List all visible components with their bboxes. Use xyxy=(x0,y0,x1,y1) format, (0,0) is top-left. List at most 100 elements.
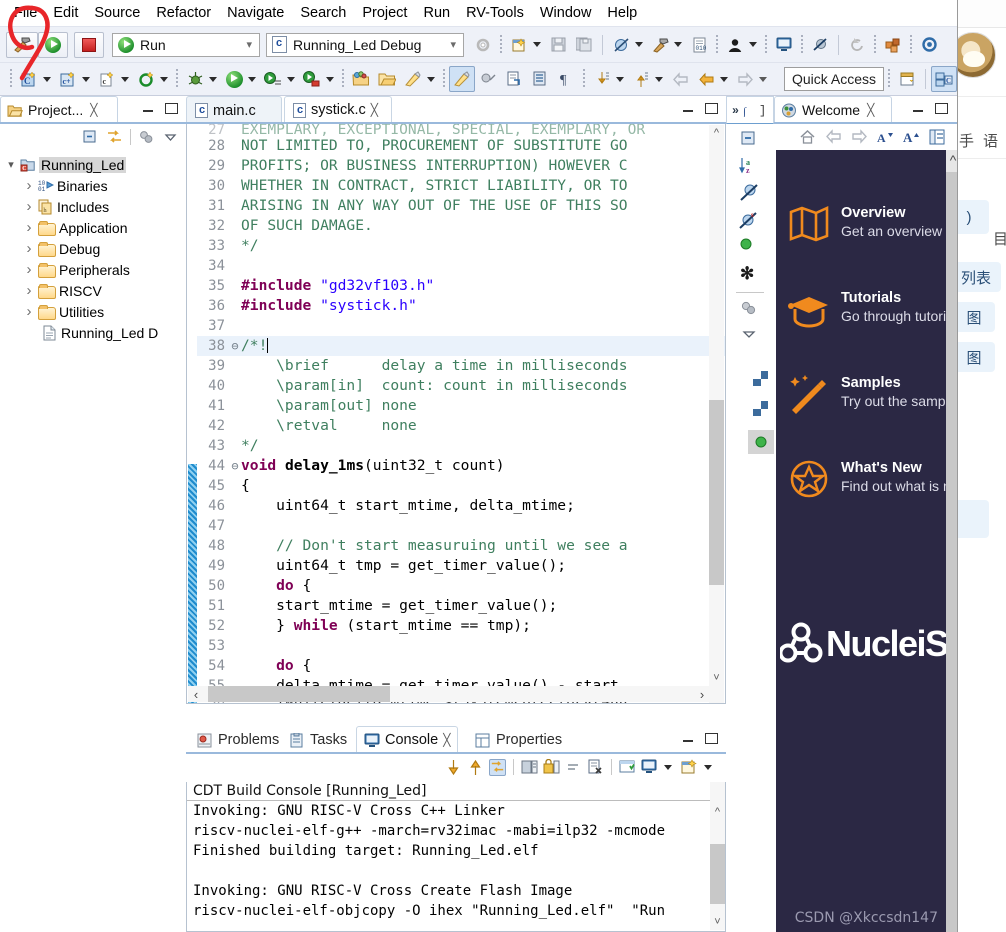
restore-problems-view-icon[interactable] xyxy=(752,370,774,392)
open-declaration-icon[interactable] xyxy=(501,66,527,92)
tab-properties[interactable]: Properties xyxy=(468,726,569,754)
scroll-left-arrow-icon[interactable]: ‹ xyxy=(188,686,204,702)
remove-console-icon[interactable] xyxy=(587,759,604,776)
menu-item-navigate[interactable]: Navigate xyxy=(219,3,292,23)
console-vertical-scrollbar[interactable]: ^ ˅ xyxy=(710,782,725,930)
restore-console-view-icon[interactable] xyxy=(748,430,774,454)
tree-item-includes[interactable]: h Includes xyxy=(0,196,186,217)
menu-item-refactor[interactable]: Refactor xyxy=(148,3,219,23)
code-line[interactable]: 40 \param[in] count: count in millisecon… xyxy=(197,376,725,396)
scroll-down-icon[interactable] xyxy=(445,759,462,776)
pin-console-icon[interactable] xyxy=(543,758,560,776)
code-line[interactable]: 30 WHETHER IN CONTRACT, STRICT LIABILITY,… xyxy=(197,176,725,196)
code-line[interactable]: 39 \brief delay a time in milliseconds xyxy=(197,356,725,376)
welcome-vertical-scrollbar[interactable]: ^ xyxy=(946,150,957,932)
code-line[interactable]: 52 } while (start_mtime == tmp); xyxy=(197,616,725,636)
run-history-icon[interactable] xyxy=(260,66,286,92)
menu-item-project[interactable]: Project xyxy=(354,3,415,23)
preferences-gear-icon[interactable] xyxy=(916,32,942,58)
chevron-right-icon[interactable] xyxy=(24,282,34,299)
view-menu-filters-icon[interactable] xyxy=(739,299,761,321)
scroll-thumb[interactable] xyxy=(946,172,957,932)
hide-non-public-icon[interactable] xyxy=(739,237,761,259)
minimize-icon[interactable] xyxy=(681,101,695,115)
back-icon[interactable] xyxy=(825,128,842,146)
code-line[interactable]: 48 // Don't start measuruing until we se… xyxy=(197,536,725,556)
scroll-right-arrow-icon[interactable]: › xyxy=(694,686,710,702)
debug-bug-icon[interactable] xyxy=(182,66,208,92)
minimized-view-tab[interactable]: » ∫ ] xyxy=(726,96,774,124)
scroll-thumb[interactable] xyxy=(709,400,724,585)
skip-breakpoints-icon[interactable] xyxy=(807,32,833,58)
display-selected-console-icon[interactable] xyxy=(641,759,658,776)
restore-chevrons-icon[interactable]: » xyxy=(732,103,739,117)
code-line[interactable]: 53 xyxy=(197,636,725,656)
back-navigation-icon[interactable] xyxy=(693,66,719,92)
menu-item-file[interactable]: File xyxy=(6,3,45,23)
stop-button[interactable] xyxy=(74,31,104,58)
chevron-right-icon[interactable] xyxy=(24,177,34,194)
scroll-down-arrow-icon[interactable]: ˅ xyxy=(709,670,724,685)
code-line[interactable]: 43 */ xyxy=(197,436,725,456)
tab-main-c[interactable]: main.c xyxy=(186,96,282,124)
new-element-icon[interactable] xyxy=(133,66,159,92)
code-line[interactable]: 34 xyxy=(197,256,725,276)
code-line[interactable]: 45 { xyxy=(197,476,725,496)
new-c-project-icon[interactable]: C xyxy=(16,66,42,92)
close-icon[interactable]: ╳ xyxy=(867,103,874,117)
toggle-mark-occurrences-icon[interactable] xyxy=(449,66,475,92)
chevron-right-icon[interactable] xyxy=(24,303,34,320)
code-lines[interactable]: 27 EXEMPLARY, EXCEPTIONAL, SPECIAL, EXEMP… xyxy=(197,124,725,703)
link-with-editor-icon[interactable] xyxy=(106,129,123,146)
binary-view-icon[interactable]: 010 xyxy=(686,32,712,58)
new-c-file-icon[interactable]: c xyxy=(94,66,120,92)
sort-alphabetically-icon[interactable]: az xyxy=(739,156,761,178)
restore-tasks-view-icon[interactable] xyxy=(752,400,774,422)
forward-navigation-icon[interactable] xyxy=(732,66,758,92)
tree-item-binaries[interactable]: 1001 Binaries xyxy=(0,175,186,196)
tab-console[interactable]: Console ╳ xyxy=(356,726,459,754)
build-all-hammer-icon[interactable] xyxy=(647,32,673,58)
close-icon[interactable]: ╳ xyxy=(371,103,378,117)
code-line[interactable]: 27 EXEMPLARY, EXCEPTIONAL, SPECIAL, EXEMP… xyxy=(197,124,725,136)
tree-item-debug[interactable]: Debug xyxy=(0,238,186,259)
open-folder-icon[interactable] xyxy=(374,66,400,92)
menu-item-run[interactable]: Run xyxy=(415,3,458,23)
maximize-icon[interactable] xyxy=(704,731,718,745)
maximize-icon[interactable] xyxy=(934,101,948,115)
scroll-lock-icon[interactable] xyxy=(489,758,506,776)
launch-config-combo[interactable]: Running_Led Debug ▾ xyxy=(266,32,464,57)
code-line[interactable]: 29 PROFITS; OR BUSINESS INTERRUPTION) HOW… xyxy=(197,156,725,176)
view-menu-icon[interactable] xyxy=(739,326,761,348)
menu-item-source[interactable]: Source xyxy=(86,3,148,23)
code-line[interactable]: 33 */ xyxy=(197,236,725,256)
chevron-down-icon[interactable] xyxy=(6,158,16,171)
code-line[interactable]: 36 #include "systick.h" xyxy=(197,296,725,316)
code-line[interactable]: 49 uint64_t tmp = get_timer_value(); xyxy=(197,556,725,576)
welcome-item-samples[interactable]: Samples Try out the samples xyxy=(776,374,957,414)
hide-macros-icon[interactable]: ✻ xyxy=(739,264,761,286)
code-line[interactable]: 37 xyxy=(197,316,725,336)
restore-icon[interactable] xyxy=(844,32,870,58)
decrease-font-icon[interactable]: A xyxy=(877,129,894,146)
chevron-right-icon[interactable] xyxy=(24,240,34,257)
chevron-down-icon[interactable]: ▾ xyxy=(447,38,459,51)
scroll-up-arrow-icon[interactable]: ^ xyxy=(709,125,724,140)
menu-item-edit[interactable]: Edit xyxy=(45,3,86,23)
scroll-thumb[interactable] xyxy=(710,844,725,904)
hide-fields-icon[interactable] xyxy=(739,183,761,205)
view-menu-filters-icon[interactable] xyxy=(138,129,155,146)
menu-item-rv-tools[interactable]: RV-Tools xyxy=(458,3,532,23)
code-line[interactable]: 44 ⊖ void delay_1ms(uint32_t count) xyxy=(197,456,725,476)
new-wizard-icon[interactable] xyxy=(506,32,532,58)
close-icon[interactable]: ╳ xyxy=(443,733,450,747)
c-cpp-perspective-icon[interactable]: C xyxy=(931,66,957,92)
code-line[interactable]: 38 ⊖/*! xyxy=(197,336,725,356)
previous-annotation-icon[interactable] xyxy=(628,66,654,92)
welcome-item-whats-new[interactable]: What's New Find out what is new xyxy=(776,459,957,499)
mark-occurrences-icon[interactable] xyxy=(400,66,426,92)
run-external-tools-icon[interactable] xyxy=(299,66,325,92)
tree-item-running-led-document[interactable]: Running_Led D xyxy=(0,322,186,343)
code-editor[interactable]: 27 EXEMPLARY, EXCEPTIONAL, SPECIAL, EXEMP… xyxy=(186,124,726,704)
fold-marker[interactable]: ⊖ xyxy=(229,456,241,476)
